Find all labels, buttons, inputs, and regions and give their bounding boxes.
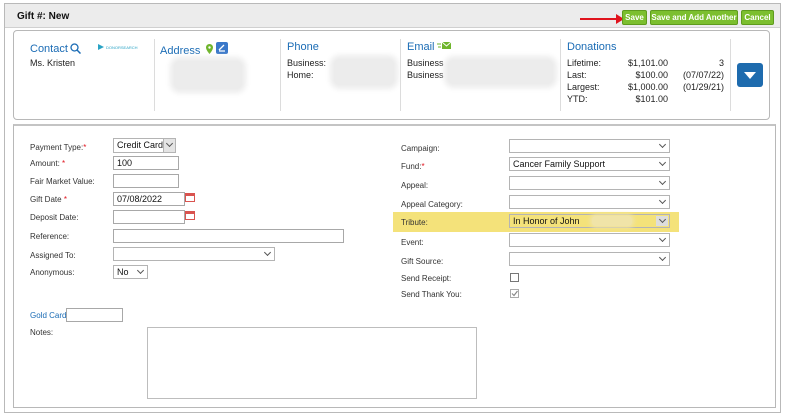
donation-count-lifetime: 3	[718, 58, 724, 68]
phone-home-label: Home:	[287, 70, 314, 80]
address-edit-icon[interactable]	[216, 42, 228, 54]
chevron-down-icon	[658, 140, 667, 149]
search-icon[interactable]	[70, 43, 81, 54]
contact-name: Ms. Kristen	[30, 58, 76, 68]
donation-amount-lifetime: $1,101.00	[627, 58, 668, 68]
donation-date-last: (07/07/22)	[682, 70, 724, 80]
donation-label-ytd: YTD:	[567, 94, 588, 104]
tribute-dropdown-arrow[interactable]	[656, 215, 668, 226]
appeal-category-select[interactable]	[509, 195, 670, 209]
chevron-down-icon	[136, 266, 145, 275]
event-select[interactable]	[509, 233, 670, 247]
reference-input[interactable]	[113, 229, 344, 243]
tribute-select[interactable]: In Honor of John	[509, 214, 670, 228]
redacted-address	[174, 61, 242, 89]
email-business-label-1: Business	[407, 58, 444, 68]
send-thank-you-label: Send Thank You:	[401, 290, 462, 299]
donation-amount-last: $100.00	[635, 70, 668, 80]
campaign-select[interactable]	[509, 139, 670, 153]
cancel-button[interactable]: Cancel	[741, 10, 774, 25]
contact-heading[interactable]: Contact	[30, 43, 68, 55]
donation-date-largest: (01/29/21)	[682, 82, 724, 92]
fund-select[interactable]: Cancer Family Support	[509, 157, 670, 171]
chevron-down-icon	[658, 253, 667, 262]
event-label: Event:	[401, 238, 424, 247]
save-and-add-another-button[interactable]: Save and Add Another	[650, 10, 738, 25]
donation-label-last: Last:	[567, 70, 587, 80]
email-send-icon[interactable]	[437, 42, 451, 50]
title-bar: Gift #: New Save Save and Add Another Ca…	[5, 4, 780, 28]
anonymous-select[interactable]: No	[113, 265, 148, 279]
gift-date-label: Gift Date *	[30, 195, 67, 204]
send-receipt-label: Send Receipt:	[401, 274, 452, 283]
chevron-down-icon	[658, 196, 667, 205]
payment-type-label: Payment Type:*	[30, 143, 87, 152]
fair-market-value-input[interactable]	[113, 174, 179, 188]
donation-label-lifetime: Lifetime:	[567, 58, 602, 68]
amount-input[interactable]: 100	[113, 156, 179, 170]
gift-date-input[interactable]: 07/08/2022	[113, 192, 185, 206]
donation-label-largest: Largest:	[567, 82, 600, 92]
email-business-label-2: Business	[407, 70, 444, 80]
map-pin-icon[interactable]	[206, 44, 213, 54]
redacted-email	[448, 60, 553, 84]
contact-summary-panel: Contact Ms. Kristen DONORSEARCH Address …	[13, 30, 770, 120]
column-divider	[730, 39, 731, 111]
phone-heading: Phone	[287, 41, 319, 53]
chevron-down-icon	[658, 158, 667, 167]
address-heading: Address	[160, 45, 201, 57]
anonymous-label: Anonymous:	[30, 268, 75, 277]
appeal-select[interactable]	[509, 176, 670, 190]
column-divider	[560, 39, 561, 111]
donorsearch-logo-text[interactable]: DONORSEARCH	[106, 45, 138, 50]
fund-label: Fund:*	[401, 162, 425, 171]
expand-dropdown-button[interactable]	[737, 63, 763, 87]
deposit-date-label: Deposit Date:	[30, 213, 79, 222]
gold-card-link[interactable]: Gold Card:	[30, 311, 69, 320]
calendar-icon[interactable]	[185, 211, 195, 220]
notes-label: Notes:	[30, 328, 54, 337]
send-receipt-checkbox[interactable]	[510, 273, 519, 282]
gold-card-input[interactable]	[66, 308, 123, 322]
chevron-down-icon	[263, 248, 272, 257]
column-divider	[280, 39, 281, 111]
checkmark-icon	[511, 290, 518, 297]
save-button[interactable]: Save	[622, 10, 647, 25]
donations-heading: Donations	[567, 41, 617, 53]
donorsearch-logo-icon[interactable]	[97, 43, 105, 51]
assigned-to-select[interactable]	[113, 247, 275, 261]
column-divider	[400, 39, 401, 111]
redacted-phone	[334, 59, 394, 85]
redacted-tribute-name	[592, 216, 632, 226]
payment-type-select[interactable]: Credit Card	[113, 138, 176, 153]
chevron-down-icon	[658, 215, 667, 224]
appeal-category-label: Appeal Category:	[401, 200, 463, 209]
donation-amount-ytd: $101.00	[635, 94, 668, 104]
gift-source-label: Gift Source:	[401, 257, 444, 266]
donation-amount-largest: $1,000.00	[627, 82, 668, 92]
calendar-icon[interactable]	[185, 193, 195, 202]
tribute-label: Tribute:	[401, 218, 428, 227]
page-title: Gift #: New	[17, 11, 70, 22]
deposit-date-input[interactable]	[113, 210, 185, 224]
campaign-label: Campaign:	[401, 144, 440, 153]
chevron-down-icon	[165, 139, 174, 148]
chevron-down-icon	[658, 234, 667, 243]
phone-business-label: Business:	[287, 58, 327, 68]
notes-textarea[interactable]	[147, 327, 477, 399]
reference-label: Reference:	[30, 232, 70, 241]
payment-type-dropdown-arrow[interactable]	[163, 139, 175, 152]
email-heading: Email	[407, 41, 435, 53]
gift-source-select[interactable]	[509, 252, 670, 266]
send-thank-you-checkbox[interactable]	[510, 289, 519, 298]
fair-market-value-label: Fair Market Value:	[30, 177, 95, 186]
appeal-label: Appeal:	[401, 181, 429, 190]
assigned-to-label: Assigned To:	[30, 251, 76, 260]
chevron-down-icon	[658, 177, 667, 186]
amount-label: Amount: *	[30, 159, 66, 168]
column-divider	[154, 39, 155, 111]
